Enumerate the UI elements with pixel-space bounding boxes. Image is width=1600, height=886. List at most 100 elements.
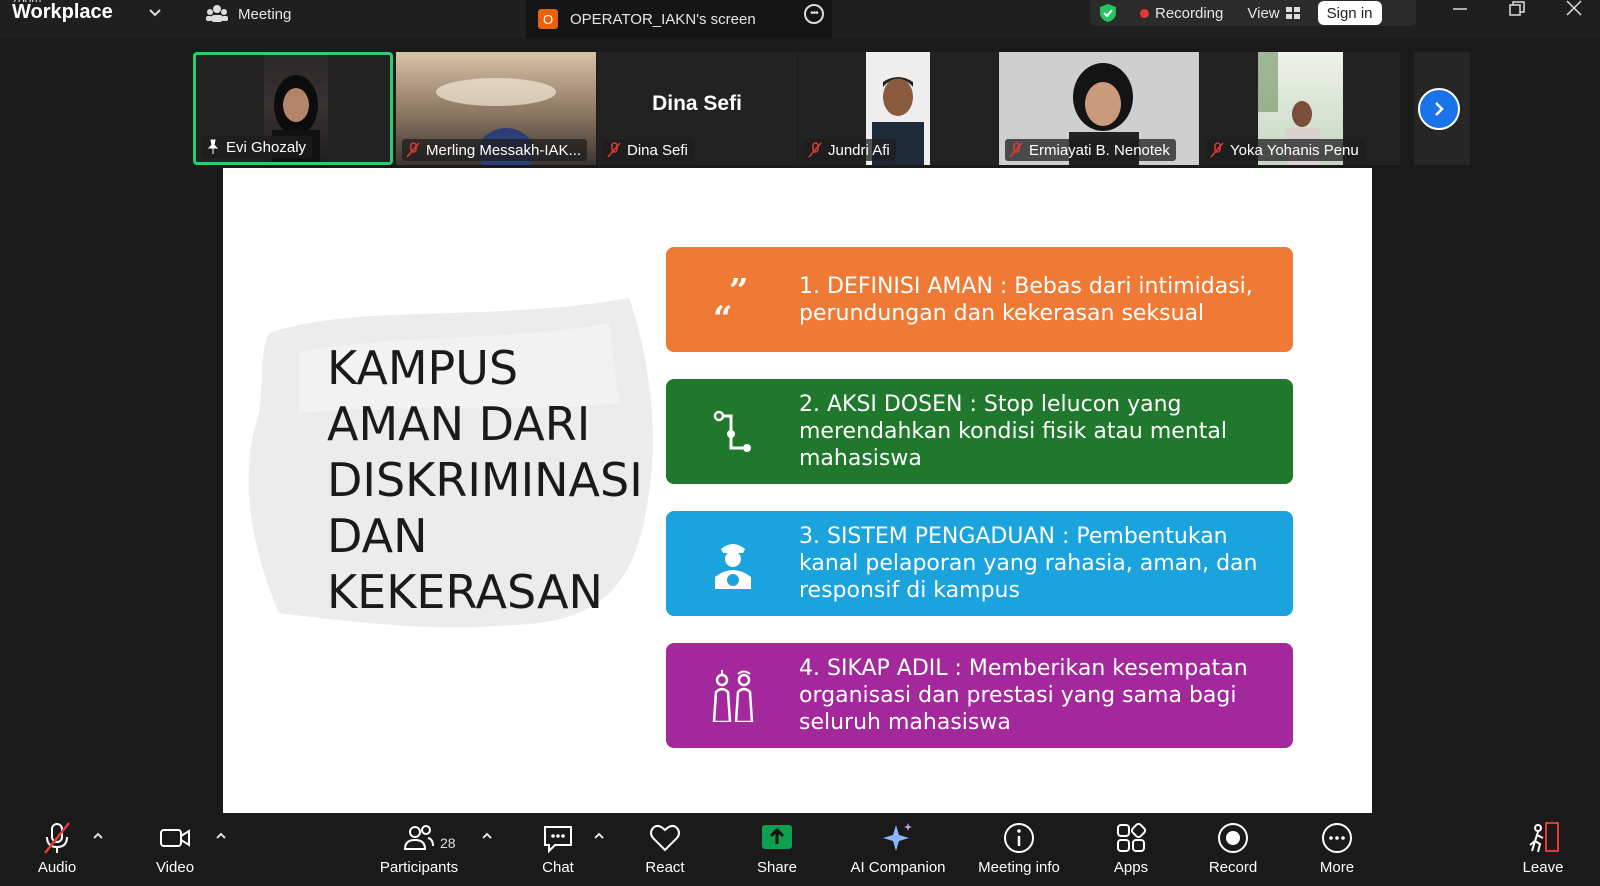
chat-label: Chat [542, 859, 574, 876]
title-line: DAN [327, 509, 428, 563]
audio-label: Audio [37, 859, 77, 876]
ai-companion-button[interactable]: AI Companion [843, 821, 953, 876]
more-icon [1322, 823, 1352, 853]
recording-group: Recording View Sign in [1090, 0, 1416, 26]
participant-tile[interactable]: Yoka Yohanis Penu [1200, 52, 1400, 165]
title-line: AMAN DARI [327, 397, 591, 451]
recording-label: Recording [1155, 4, 1224, 22]
video-camera-icon [160, 829, 190, 847]
screen-owner-badge: O [538, 9, 558, 29]
couple-icon [666, 643, 799, 748]
recording-status[interactable]: Recording [1140, 5, 1223, 22]
slide-card-1: ” “ 1. DEFINISI AMAN : Bebas dari intimid… [666, 247, 1293, 352]
participant-name-tag: Yoka Yohanis Penu [1206, 139, 1365, 161]
quote-icon: ” “ [666, 247, 799, 352]
participant-name: Dina Sefi [627, 141, 688, 159]
card-text: 1. DEFINISI AMAN : Bebas dari intimidasi… [799, 273, 1253, 326]
participant-display-name: Dina Sefi [652, 92, 742, 115]
participant-name-tag: Jundri Afi [804, 139, 896, 161]
participant-name: Merling Messakh-IAK... [426, 141, 582, 159]
title-line: KEKERASAN [327, 565, 603, 619]
chevron-up-icon[interactable] [480, 829, 494, 843]
next-page-button[interactable] [1418, 88, 1460, 130]
meeting-info-label: Meeting info [978, 859, 1060, 876]
tab-screen-label: OPERATOR_IAKN's screen [570, 10, 756, 28]
close-icon[interactable] [1564, 0, 1584, 20]
chat-icon [544, 826, 572, 854]
restore-icon[interactable] [1507, 0, 1527, 20]
mic-muted-icon [1009, 142, 1023, 158]
officer-icon [666, 511, 799, 616]
title-line: KAMPUS [327, 341, 519, 395]
meeting-info-button[interactable]: Meeting info [964, 821, 1074, 876]
grid-icon [1285, 7, 1300, 19]
shield-check-icon[interactable] [1098, 3, 1118, 23]
mic-muted-icon [1210, 142, 1224, 158]
sparkle-icon [883, 823, 912, 851]
sign-in-button[interactable]: Sign in [1317, 1, 1382, 25]
flow-icon [666, 379, 799, 484]
participants-icon [206, 5, 228, 22]
more-label: More [1319, 859, 1355, 876]
apps-icon [1117, 822, 1147, 852]
slide-card-3: 3. SISTEM PENGADUAN : Pembentukan kanal … [666, 511, 1293, 616]
share-label: Share [756, 859, 798, 876]
record-button[interactable]: Record [1178, 821, 1288, 876]
participant-tile[interactable]: Merling Messakh-IAK... [396, 52, 596, 165]
card-text: 4. SIKAP ADIL : Memberikan kesempatan or… [799, 656, 1248, 735]
slide-title: KAMPUS AMAN DARI DISKRIMINASI DAN KEKERA… [327, 340, 657, 620]
apps-label: Apps [1113, 859, 1149, 876]
heart-icon [650, 824, 680, 852]
chevron-up-icon[interactable] [91, 829, 105, 843]
chevron-up-icon[interactable] [214, 829, 228, 843]
react-button[interactable]: React [610, 821, 720, 876]
chevron-up-icon[interactable] [592, 829, 606, 843]
participants-count: 28 [440, 835, 456, 851]
tab-screen-share[interactable]: O OPERATOR_IAKN's screen ••• [526, 0, 832, 38]
shared-screen: KAMPUS AMAN DARI DISKRIMINASI DAN KEKERA… [223, 168, 1372, 813]
participant-tile[interactable]: Dina Sefi Dina Sefi [597, 52, 797, 165]
brand-name: Workplace [12, 1, 113, 23]
more-button[interactable]: More [1282, 821, 1392, 876]
video-label: Video [155, 859, 195, 876]
participant-name: Jundri Afi [828, 141, 890, 159]
tab-meeting[interactable]: Meeting [206, 0, 291, 28]
ai-companion-label: AI Companion [850, 859, 946, 876]
participants-icon [403, 825, 434, 850]
participant-name: Ermiayati B. Nenotek [1029, 141, 1170, 159]
apps-button[interactable]: Apps [1076, 821, 1186, 876]
participant-tile[interactable]: Evi Ghozaly [193, 52, 393, 165]
title-bar: zoom Workplace Meeting O OPERATOR_IAKN's… [0, 0, 1600, 38]
share-screen-icon [762, 825, 792, 849]
chevron-right-icon [1435, 102, 1444, 116]
info-icon [1004, 823, 1034, 853]
participant-strip: Evi Ghozaly Merling Messakh-IAK... Dina … [0, 52, 1600, 165]
leave-icon [1529, 822, 1559, 853]
react-label: React [645, 859, 685, 876]
participant-name: Evi Ghozaly [226, 138, 307, 156]
mic-muted-icon [44, 822, 70, 854]
mic-muted-icon [406, 142, 420, 158]
participants-button[interactable]: Participants [364, 821, 474, 876]
participant-name: Yoka Yohanis Penu [1230, 141, 1359, 159]
minimize-icon[interactable] [1450, 0, 1470, 20]
participant-name-tag: Dina Sefi [603, 139, 694, 161]
leave-button[interactable]: Leave [1488, 821, 1598, 876]
view-button[interactable]: View [1247, 5, 1300, 22]
chevron-down-icon[interactable] [146, 4, 164, 22]
card-text: 2. AKSI DOSEN : Stop lelucon yang merend… [799, 392, 1227, 471]
participant-tile[interactable]: Ermiayati B. Nenotek [999, 52, 1199, 165]
app-logo: zoom Workplace [12, 0, 113, 22]
participant-name-tag: Evi Ghozaly [202, 136, 313, 158]
participants-label: Participants [379, 859, 459, 876]
record-label: Record [1208, 859, 1258, 876]
record-dot-icon [1140, 8, 1149, 18]
slide-card-2: 2. AKSI DOSEN : Stop lelucon yang merend… [666, 379, 1293, 484]
mic-muted-icon [607, 142, 621, 158]
mic-muted-icon [808, 142, 822, 158]
participant-name-tag: Ermiayati B. Nenotek [1005, 139, 1176, 161]
more-options-icon[interactable]: ••• [804, 4, 824, 24]
pin-icon [207, 139, 219, 154]
participant-tile[interactable]: Jundri Afi [798, 52, 998, 165]
share-button[interactable]: Share [722, 821, 832, 876]
